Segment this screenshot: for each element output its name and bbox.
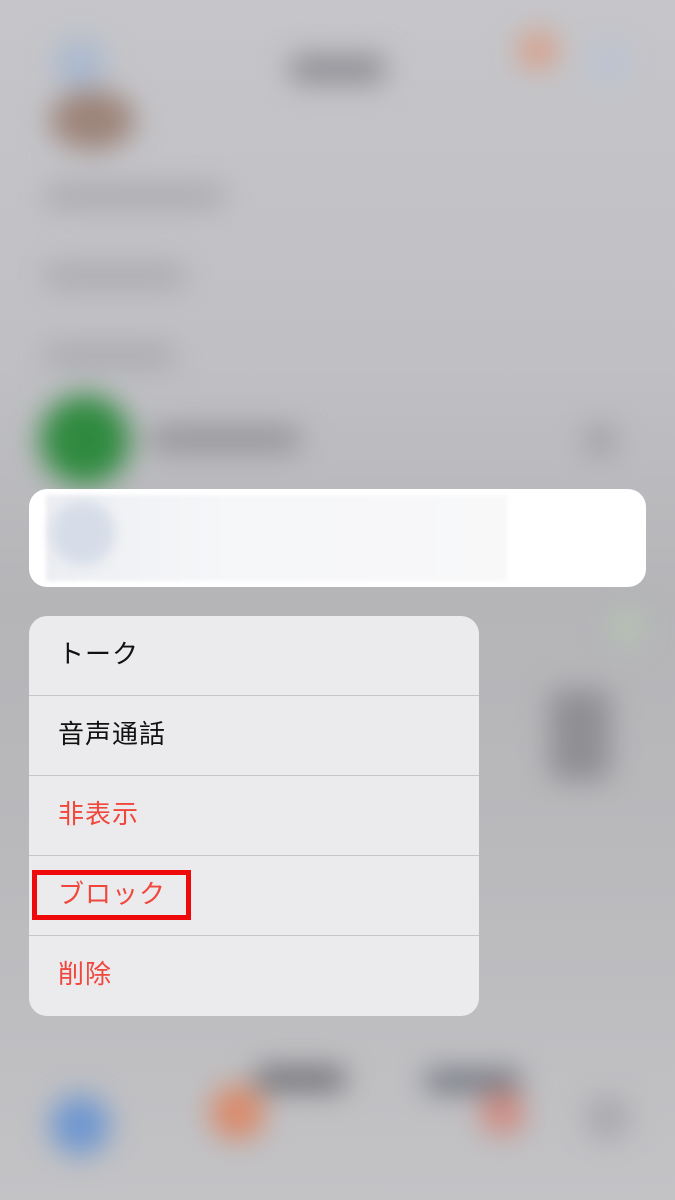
blurred-tab-label-a xyxy=(255,1068,345,1090)
context-menu: トーク 音声通話 非表示 ブロック 削除 xyxy=(29,616,479,1016)
blurred-row-3 xyxy=(45,345,175,367)
blurred-row-chevron xyxy=(585,425,615,455)
menu-item-hide[interactable]: 非表示 xyxy=(29,776,479,856)
blurred-row-2 xyxy=(45,265,185,287)
blurred-tab-icon-red xyxy=(480,1090,525,1135)
friend-preview-card[interactable] xyxy=(29,489,646,587)
blurred-tab-icon-blue xyxy=(50,1095,110,1155)
menu-item-hide-label: 非表示 xyxy=(58,800,140,830)
blurred-green-row-text xyxy=(150,428,300,450)
menu-item-delete-label: 削除 xyxy=(58,960,113,990)
blurred-right-dot xyxy=(610,610,644,644)
blurred-app-content xyxy=(0,0,675,1200)
menu-item-delete[interactable]: 削除 xyxy=(29,936,479,1016)
block-highlight-annotation xyxy=(32,870,191,920)
menu-item-talk[interactable]: トーク xyxy=(29,616,479,696)
menu-item-block[interactable]: ブロック xyxy=(29,856,479,936)
blurred-header-icon-b xyxy=(590,45,628,83)
blurred-tab-label-b xyxy=(425,1070,520,1092)
blurred-background xyxy=(0,0,675,1200)
friend-preview-content xyxy=(46,495,507,581)
blurred-tab-icon-orange xyxy=(210,1085,265,1140)
menu-item-voice-call[interactable]: 音声通話 xyxy=(29,696,479,776)
blurred-home-icon xyxy=(55,40,105,90)
friend-avatar xyxy=(51,501,115,565)
blurred-row-1 xyxy=(45,185,225,207)
blurred-header-title xyxy=(290,55,385,83)
blurred-green-avatar xyxy=(40,395,130,485)
blurred-right-item xyxy=(550,690,610,780)
menu-item-talk-label: トーク xyxy=(58,640,140,670)
blurred-profile-avatar xyxy=(50,90,135,150)
menu-item-voice-call-label: 音声通話 xyxy=(58,720,167,750)
blurred-header-icon-a xyxy=(518,30,558,70)
blurred-tab-icon-grey xyxy=(585,1095,630,1140)
